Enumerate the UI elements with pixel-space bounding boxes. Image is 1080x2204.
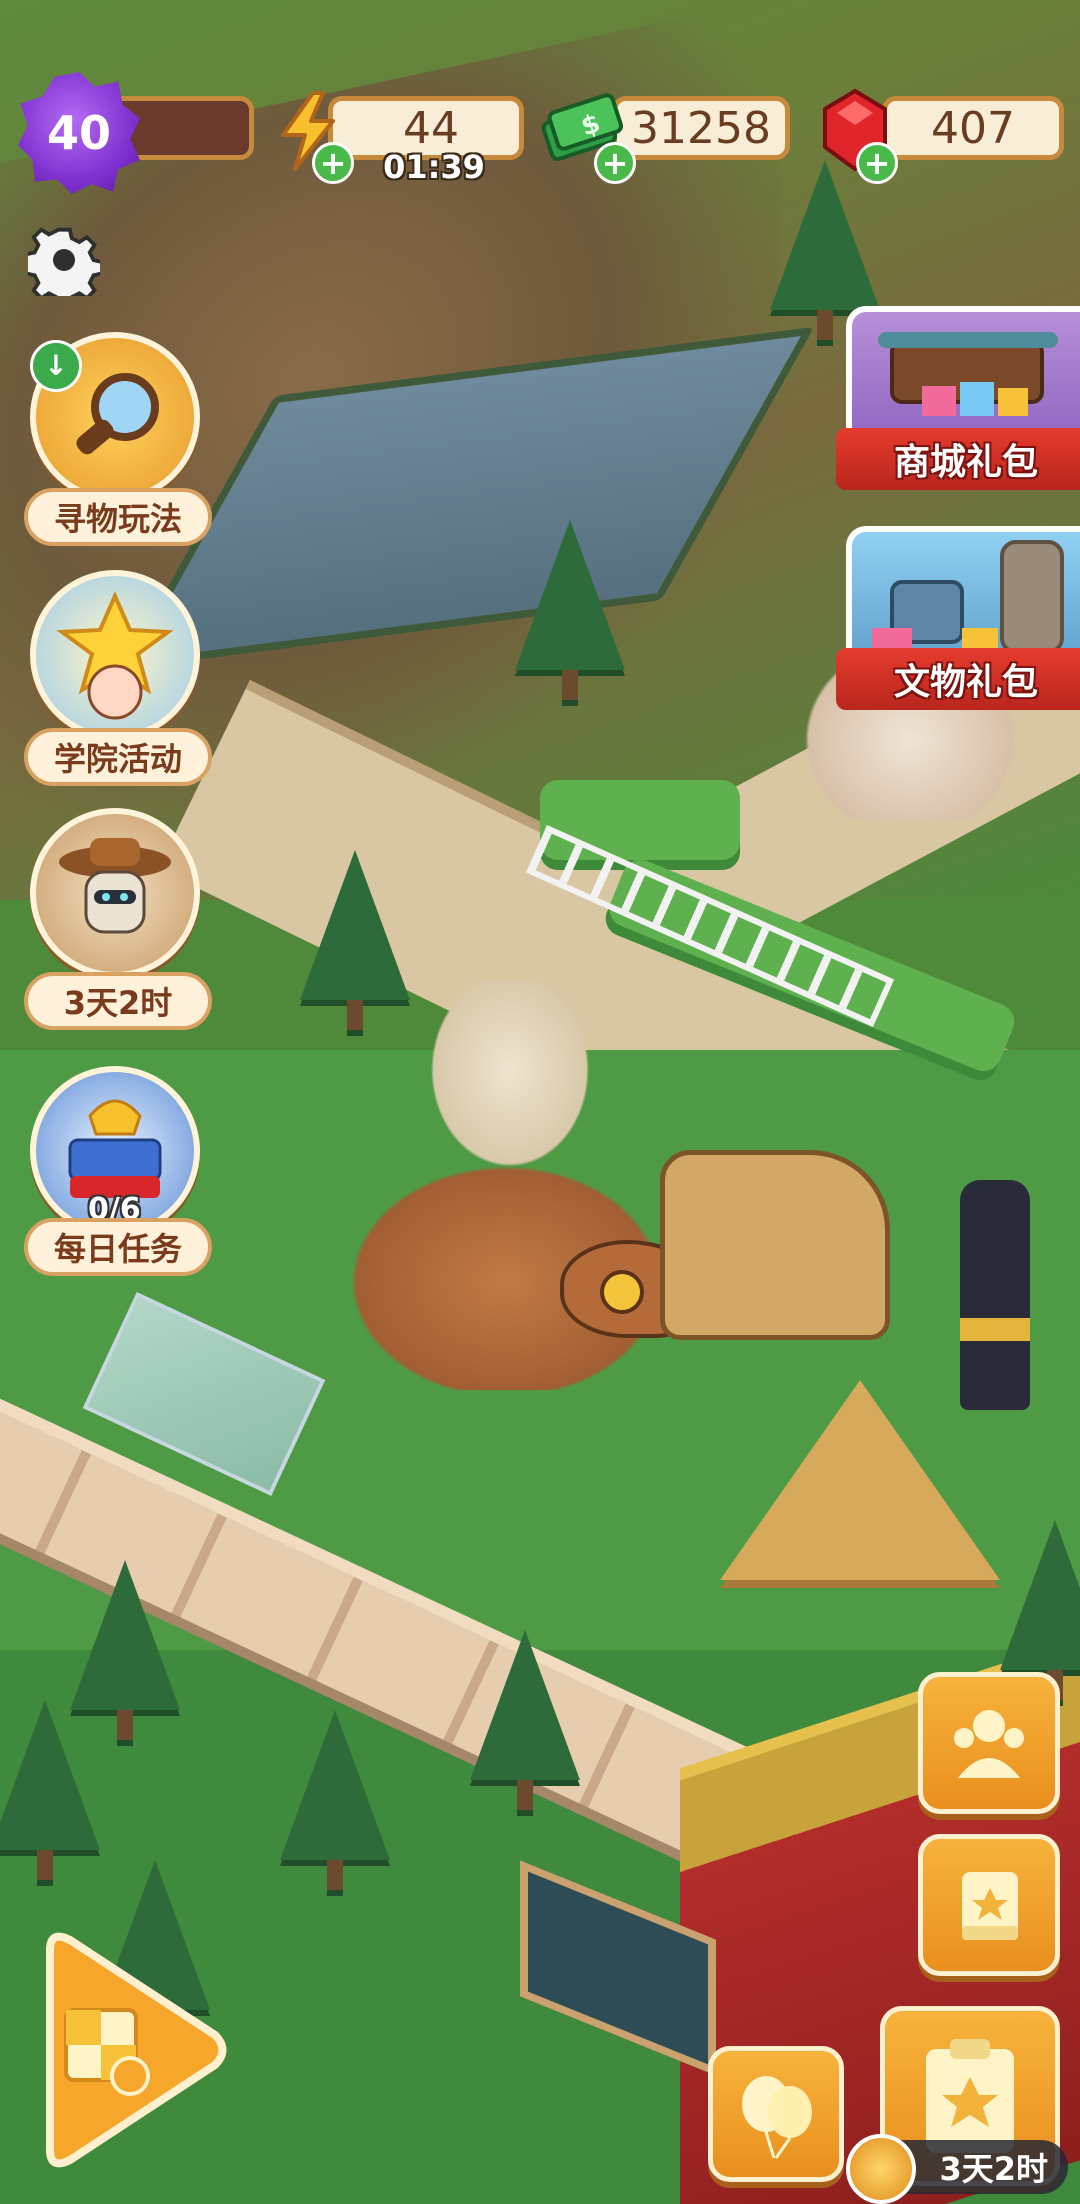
- feature-find-items[interactable]: ↓ 寻物玩法: [24, 332, 212, 552]
- promo-label: 文物礼包: [836, 648, 1080, 710]
- add-cash-button[interactable]: +: [594, 142, 636, 184]
- star-student-icon: [30, 570, 200, 740]
- add-gem-button[interactable]: +: [856, 142, 898, 184]
- collection-book-button[interactable]: [918, 1834, 1060, 1976]
- balloons-button[interactable]: [708, 2046, 844, 2182]
- cash-bar[interactable]: 31258: [612, 96, 790, 160]
- pine-tree: [770, 160, 880, 340]
- pine-tree: [70, 1560, 180, 1740]
- pyramid-exhibit[interactable]: [720, 1380, 1000, 1580]
- energy-value: 44: [403, 102, 459, 154]
- gem-bar[interactable]: 407: [882, 96, 1064, 160]
- t-rex-eye: [600, 1270, 644, 1314]
- level-value: 40: [46, 106, 111, 160]
- explorer-mummy-icon: [30, 808, 200, 978]
- pine-tree: [0, 1700, 100, 1880]
- energy-timer: 01:39: [383, 148, 485, 186]
- promo-label: 商城礼包: [836, 428, 1080, 490]
- download-icon: ↓: [30, 340, 82, 392]
- feature-label: 学院活动: [24, 728, 212, 786]
- merge-play-button[interactable]: [30, 1930, 230, 2170]
- feature-academy-event[interactable]: 学院活动: [24, 570, 212, 790]
- feature-daily-tasks[interactable]: 0/6 每日任务: [24, 1066, 212, 1286]
- cash-value: 31258: [631, 102, 771, 154]
- promo-relic-pack[interactable]: 文物礼包: [836, 526, 1080, 716]
- anubis-statue[interactable]: [960, 1180, 1030, 1410]
- merge-play-icon: [46, 1932, 227, 2168]
- pine-tree: [1000, 1520, 1080, 1700]
- event-medal-icon: [846, 2134, 916, 2204]
- pine-tree: [300, 850, 410, 1030]
- feature-explorer-event[interactable]: 3天2时: [24, 808, 212, 1030]
- pine-tree: [280, 1710, 390, 1890]
- event-countdown[interactable]: 3天2时: [846, 2134, 1068, 2204]
- gem-value: 407: [931, 102, 1015, 154]
- museum-guests-icon: [954, 1710, 1024, 1778]
- museum-guests-button[interactable]: [918, 1672, 1060, 1814]
- balloons-icon: [742, 2076, 812, 2159]
- add-energy-button[interactable]: +: [312, 142, 354, 184]
- settings-gear-icon[interactable]: [26, 222, 102, 298]
- event-countdown-text: 3天2时: [939, 2150, 1048, 2188]
- collection-book-icon: [962, 1872, 1018, 1940]
- feature-label: 每日任务: [24, 1218, 212, 1276]
- event-timer-label: 3天2时: [24, 972, 212, 1030]
- feature-label: 寻物玩法: [24, 488, 212, 546]
- pine-tree: [470, 1630, 580, 1810]
- promo-shop-pack[interactable]: 商城礼包: [836, 306, 1080, 496]
- pine-tree: [515, 520, 625, 700]
- trojan-horse-exhibit[interactable]: [660, 1150, 890, 1340]
